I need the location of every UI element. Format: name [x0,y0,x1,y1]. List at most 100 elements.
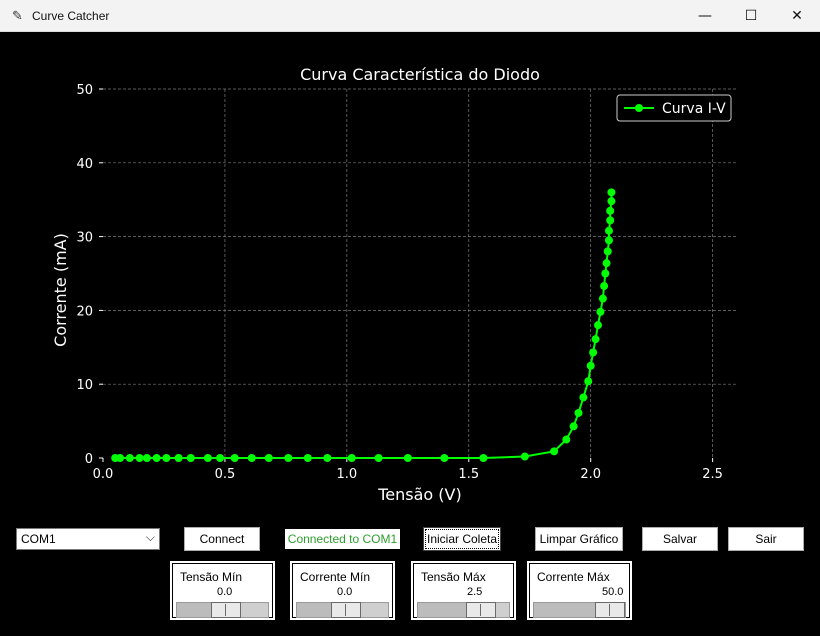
current-min-slider-fill [297,603,331,617]
y-tick-label: 10 [76,378,93,393]
x-tick-label: 1.5 [458,467,479,482]
data-point [125,454,134,462]
data-point [607,188,616,197]
port-select-value: COM1 [21,532,56,546]
data-point [116,454,125,462]
current-max-panel: Corrente Máx 50.0 [527,561,632,620]
data-point [216,454,225,462]
data-point [403,454,412,462]
connect-button[interactable]: Connect [184,527,260,551]
data-point [600,282,609,291]
voltage-min-value: 0.0 [217,586,233,598]
minimize-button[interactable]: — [682,0,728,32]
window-title: Curve Catcher [32,9,110,23]
data-point [569,422,578,431]
data-point [284,454,293,462]
data-point [586,361,595,370]
data-point [186,454,195,462]
data-point [591,335,600,344]
y-tick-label: 0 [85,452,93,467]
data-point [303,454,312,462]
data-point [574,408,583,417]
data-point [152,454,161,462]
current-min-slider-thumb[interactable] [331,602,361,618]
start-collection-button[interactable]: Iniciar Coleta [423,527,501,551]
save-button[interactable]: Salvar [642,527,718,551]
data-point [604,226,613,235]
x-tick-label: 0.0 [93,467,114,482]
data-point [602,259,611,268]
data-point [596,307,605,316]
iv-curve-chart: Curva Característica do Diodo Tensão (V)… [51,65,737,504]
voltage-min-label: Tensão Mín [180,570,243,584]
data-point [598,294,607,303]
x-tick-label: 2.0 [580,467,601,482]
x-axis-label: Tensão (V) [377,485,461,504]
current-min-slider[interactable] [296,602,389,618]
data-point [347,454,356,462]
current-max-slider-fill [534,603,595,617]
voltage-max-label: Tensão Máx [421,570,486,584]
y-tick-label: 40 [76,157,93,172]
data-point [203,454,212,462]
current-min-value: 0.0 [337,586,353,598]
y-axis-label: Corrente (mA) [51,233,70,347]
chart-title: Curva Característica do Diodo [300,65,540,84]
clear-chart-button[interactable]: Limpar Gráfico [535,527,623,551]
voltage-max-slider-thumb[interactable] [465,602,496,618]
data-point [230,454,239,462]
data-point [264,454,273,462]
data-point [589,348,598,357]
data-point [601,269,610,278]
data-point [135,454,144,462]
data-point [584,377,593,386]
data-point [479,454,488,462]
data-point [247,454,256,462]
close-button[interactable]: ✕ [774,0,820,32]
data-point [606,216,615,225]
data-point [603,247,612,256]
iv-curve-line [115,192,613,459]
data-point [174,454,183,462]
data-point [374,454,383,462]
data-point [440,454,449,462]
data-point [607,197,616,206]
y-tick-label: 30 [76,231,93,246]
data-point [323,454,332,462]
voltage-max-value: 2.5 [467,586,483,598]
voltage-min-slider-thumb[interactable] [211,602,241,618]
x-tick-label: 1.0 [337,467,358,482]
current-max-label: Corrente Máx [537,570,610,584]
data-point [520,452,529,461]
maximize-button[interactable]: ☐ [728,0,774,32]
x-tick-label: 0.5 [215,467,236,482]
legend-label: Curva I-V [662,101,726,117]
current-min-label: Corrente Mín [300,570,371,584]
voltage-max-panel: Tensão Máx 2.5 [411,561,516,620]
data-point [606,206,615,215]
data-point [579,393,588,402]
chevron-down-icon[interactable]: ⌵ [146,530,155,545]
data-point [562,435,571,444]
feather-icon: ✎ [12,8,23,23]
connection-status: Connected to COM1 [285,529,400,549]
exit-button[interactable]: Sair [728,527,804,551]
x-tick-label: 2.5 [702,467,723,482]
data-point [604,236,613,245]
current-min-panel: Corrente Mín 0.0 [290,561,395,620]
data-point [142,454,151,462]
current-max-value: 50.0 [602,586,624,598]
y-tick-label: 50 [76,83,93,98]
chart-legend: Curva I-V [616,94,732,122]
data-point [162,454,171,462]
title-bar: ✎ Curve Catcher — ☐ ✕ [0,0,820,32]
current-max-slider-thumb[interactable] [595,602,625,618]
current-max-slider[interactable] [533,602,626,618]
port-select[interactable]: COM1 ⌵ [16,528,160,550]
voltage-min-slider-fill [177,603,211,617]
voltage-max-slider[interactable] [417,602,510,618]
voltage-min-slider[interactable] [176,602,269,618]
voltage-max-slider-fill [418,603,466,617]
data-point [594,321,603,330]
voltage-min-panel: Tensão Mín 0.0 [170,561,275,620]
